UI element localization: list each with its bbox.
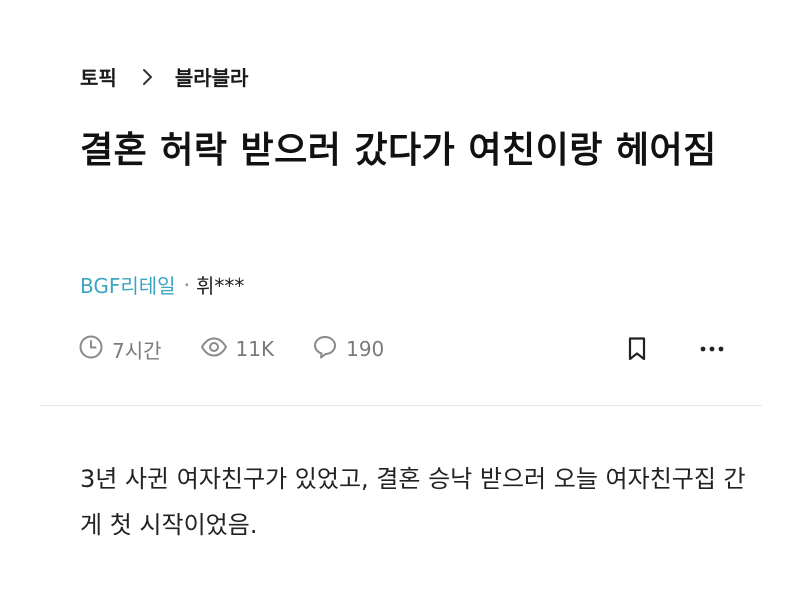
views-count: 11K <box>235 337 275 361</box>
company-link[interactable]: BGF리테일 <box>80 270 176 299</box>
bookmark-icon[interactable] <box>626 336 648 362</box>
views-meta: 11K <box>200 336 275 363</box>
divider <box>40 405 762 406</box>
breadcrumb-topic-link[interactable]: 토픽 <box>80 62 117 91</box>
author-line: BGF리테일 · 휘*** <box>80 270 244 299</box>
author-separator: · <box>183 272 190 297</box>
time-meta: 7시간 <box>78 334 162 365</box>
breadcrumb-current-link[interactable]: 블라블라 <box>175 62 249 91</box>
clock-icon <box>78 334 112 365</box>
post-body: 3년 사귄 여자친구가 있었고, 결혼 승낙 받으러 오늘 여자친구집 간 게 … <box>80 465 746 539</box>
chevron-right-icon <box>141 68 153 86</box>
comments-meta[interactable]: 190 <box>312 334 384 365</box>
comment-icon <box>312 334 346 365</box>
time-ago-text: 7시간 <box>112 338 162 363</box>
eye-icon <box>200 336 236 363</box>
author-name: 휘*** <box>195 274 245 298</box>
post-title: 결혼 허락 받으러 갔다가 여친이랑 헤어짐 <box>80 130 717 171</box>
post-actions <box>626 336 724 362</box>
comments-count: 190 <box>346 337 385 361</box>
more-dots-icon[interactable] <box>700 346 724 352</box>
breadcrumb: 토픽 블라블라 <box>80 62 248 91</box>
post-page: 토픽 블라블라 결혼 허락 받으러 갔다가 여친이랑 헤어짐 BGF리테일 · … <box>0 0 800 600</box>
post-meta-row: 7시간 11K 190 <box>78 332 724 366</box>
